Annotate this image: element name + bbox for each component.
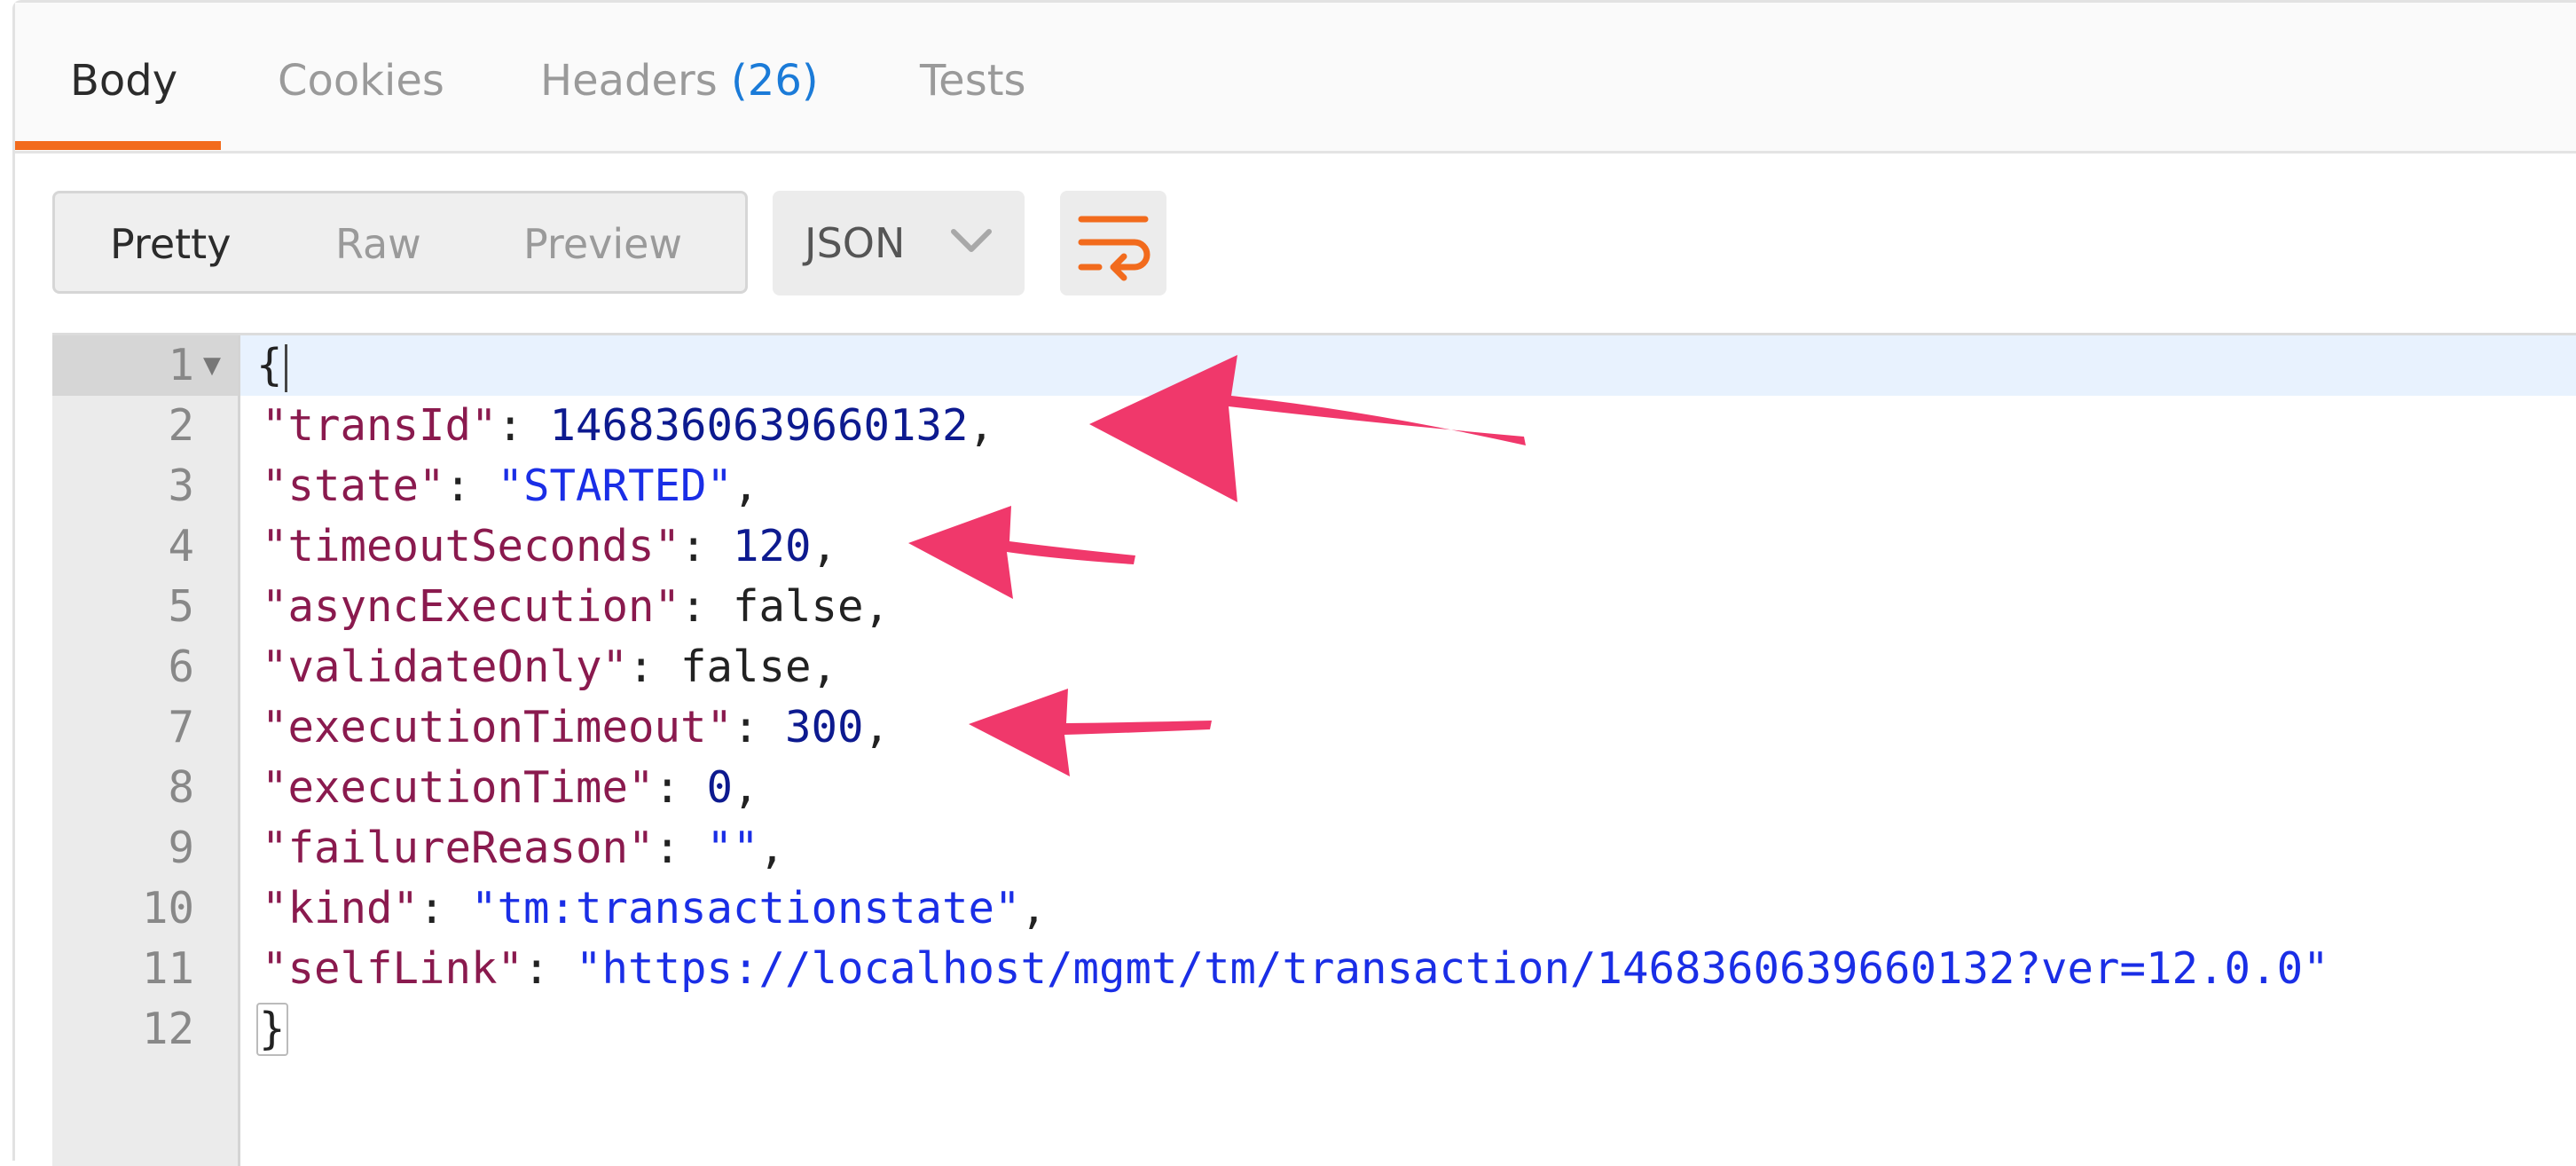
json-colon: : xyxy=(733,702,786,752)
code-line-close-brace: } xyxy=(256,999,288,1060)
json-key: "transId" xyxy=(262,400,498,451)
json-key: "kind" xyxy=(262,883,420,934)
close-brace: } xyxy=(256,1003,288,1056)
line-number: 2 xyxy=(168,400,194,451)
json-comma: , xyxy=(811,521,838,571)
view-mode-toggle: Pretty Raw Preview xyxy=(52,191,748,294)
json-comma: , xyxy=(758,823,786,873)
tab-cookies[interactable]: Cookies xyxy=(278,56,444,106)
json-colon: : xyxy=(523,943,577,994)
json-value: false xyxy=(680,642,812,692)
line-number: 6 xyxy=(168,642,194,692)
json-comma: , xyxy=(1020,883,1048,934)
tab-headers-label: Headers xyxy=(540,56,718,106)
code-line: "selfLink": "https://localhost/mgmt/tm/t… xyxy=(262,939,2329,999)
code-line: "asyncExecution": false, xyxy=(262,577,890,637)
json-key: "selfLink" xyxy=(262,943,524,994)
json-value: 1468360639660132 xyxy=(549,400,969,451)
json-value: "" xyxy=(706,823,759,873)
headers-count-badge: (26) xyxy=(731,56,819,106)
json-comma: , xyxy=(863,702,891,752)
json-comma: , xyxy=(968,400,995,451)
json-colon: : xyxy=(444,461,498,511)
format-select-value: JSON xyxy=(805,219,906,267)
line-number: 4 xyxy=(168,521,194,571)
json-colon: : xyxy=(680,581,734,632)
chevron-down-icon xyxy=(951,229,992,252)
json-colon: : xyxy=(628,642,681,692)
code-line: "timeoutSeconds": 120, xyxy=(262,516,837,577)
json-key: "executionTime" xyxy=(262,762,655,813)
json-key: "failureReason" xyxy=(262,823,655,873)
response-panel: Body Cookies Headers (26) Tests Pretty R… xyxy=(12,0,2576,1166)
view-mode-preview[interactable]: Preview xyxy=(523,220,682,268)
json-colon: : xyxy=(654,823,707,873)
json-comma: , xyxy=(863,581,891,632)
json-comma: , xyxy=(811,642,838,692)
code-line: "failureReason": "", xyxy=(262,818,785,878)
line-number: 12 xyxy=(141,1004,194,1054)
line-number: 7 xyxy=(168,702,194,752)
tab-tests[interactable]: Tests xyxy=(920,56,1026,106)
code-line: "executionTime": 0, xyxy=(262,758,759,818)
code-line: "kind": "tm:transactionstate", xyxy=(262,878,1047,939)
line-number-gutter: 1 ▼ 2 3 4 5 6 7 8 9 10 11 12 xyxy=(52,335,240,1166)
tab-body[interactable]: Body xyxy=(70,56,177,106)
json-key: "state" xyxy=(262,461,445,511)
json-key: "timeoutSeconds" xyxy=(262,521,681,571)
active-line-highlight xyxy=(240,335,2576,396)
json-key: "asyncExecution" xyxy=(262,581,681,632)
json-value: "STARTED" xyxy=(497,461,734,511)
fold-toggle-icon[interactable]: ▼ xyxy=(203,335,221,396)
wrap-lines-button[interactable] xyxy=(1060,191,1166,295)
line-number: 3 xyxy=(168,461,194,511)
json-value: 0 xyxy=(706,762,734,813)
json-key: "executionTimeout" xyxy=(262,702,734,752)
view-mode-raw[interactable]: Raw xyxy=(335,220,421,268)
json-value: 120 xyxy=(733,521,812,571)
wrap-lines-icon xyxy=(1078,216,1151,281)
json-colon: : xyxy=(419,883,472,934)
json-colon: : xyxy=(654,762,707,813)
json-comma: , xyxy=(733,762,759,813)
json-key: "validateOnly" xyxy=(262,642,629,692)
code-line: "executionTimeout": 300, xyxy=(262,697,890,758)
json-value: "tm:transactionstate" xyxy=(471,883,1021,934)
line-number: 11 xyxy=(141,943,194,994)
code-editor[interactable]: 1 ▼ 2 3 4 5 6 7 8 9 10 11 12 { "transId"… xyxy=(52,333,2576,1166)
code-line: "state": "STARTED", xyxy=(262,456,759,516)
code-line: "validateOnly": false, xyxy=(262,637,837,697)
line-number: 5 xyxy=(168,581,194,632)
line-number: 8 xyxy=(168,762,194,813)
json-comma: , xyxy=(733,461,759,511)
json-colon: : xyxy=(497,400,550,451)
line-number: 10 xyxy=(141,883,194,934)
json-value: false xyxy=(733,581,864,632)
json-colon: : xyxy=(680,521,734,571)
line-number: 9 xyxy=(168,823,194,873)
json-value: 300 xyxy=(785,702,864,752)
text-cursor xyxy=(284,343,287,392)
code-line-open-brace: { xyxy=(256,335,287,396)
response-tabs: Body Cookies Headers (26) Tests xyxy=(15,3,2576,154)
code-line: "transId": 1468360639660132, xyxy=(262,396,994,456)
line-number: 1 xyxy=(168,340,194,390)
open-brace: { xyxy=(256,340,283,390)
format-select[interactable]: JSON xyxy=(773,191,1025,295)
json-value: "https://localhost/mgmt/tm/transaction/1… xyxy=(576,943,2329,994)
active-tab-indicator xyxy=(15,141,221,150)
view-mode-pretty[interactable]: Pretty xyxy=(110,220,231,268)
tab-headers[interactable]: Headers (26) xyxy=(540,56,819,106)
